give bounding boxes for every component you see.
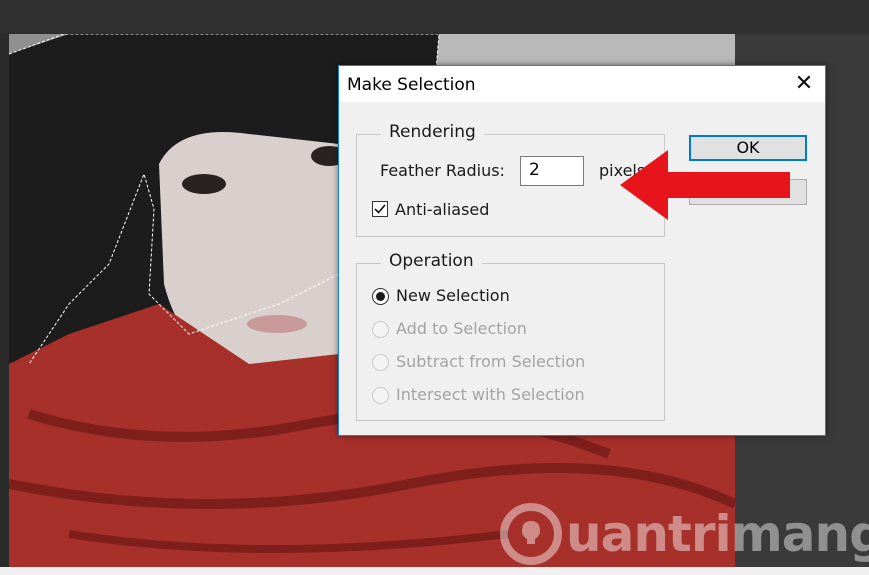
make-selection-dialog: Make Selection ✕ Rendering Feather Radiu… [338,65,826,436]
add-to-selection-radio[interactable] [372,321,389,338]
subtract-from-selection-label[interactable]: Subtract from Selection [396,352,585,371]
anti-aliased-checkbox[interactable] [372,201,388,217]
intersect-with-selection-radio[interactable] [372,387,389,404]
close-icon[interactable]: ✕ [789,70,819,98]
watermark-logo-icon [500,503,562,565]
intersect-with-selection-label[interactable]: Intersect with Selection [396,385,585,404]
operation-group: Operation New Selection Add to Selection… [356,251,665,421]
operation-legend: Operation [381,251,482,271]
feather-radius-label: Feather Radius: [380,161,505,180]
red-arrow-annotation-icon [620,150,790,220]
radio-selected-dot [376,292,385,301]
rendering-legend: Rendering [381,122,484,142]
dialog-titlebar[interactable]: Make Selection ✕ [339,66,825,102]
subtract-from-selection-radio[interactable] [372,354,389,371]
new-selection-label[interactable]: New Selection [396,286,510,305]
workspace-top-strip [0,0,869,34]
checkmark-icon [374,204,386,214]
feather-radius-input[interactable]: 2 [520,156,584,186]
rendering-group: Rendering Feather Radius: 2 pixels Anti-… [356,122,665,237]
watermark: uantrimang [500,497,869,571]
anti-aliased-label[interactable]: Anti-aliased [395,200,489,219]
workspace-bottom-strip [0,567,869,575]
new-selection-radio[interactable] [372,288,389,305]
add-to-selection-label[interactable]: Add to Selection [396,319,527,338]
dialog-title: Make Selection [347,75,476,95]
watermark-text: uantrimang [566,505,869,563]
